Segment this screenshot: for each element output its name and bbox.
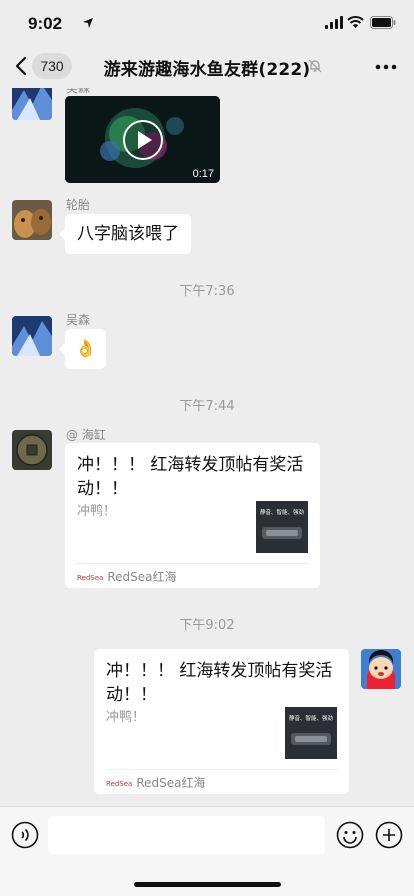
avatar[interactable] (12, 88, 52, 120)
redsea-logo: RedSea (106, 779, 133, 788)
message-bubble[interactable]: 八字脑该喂了 (59, 214, 191, 254)
timestamp: 下午9:02 (179, 618, 235, 633)
sender-name: 轮胎 (66, 198, 91, 212)
card-source-name: RedSea红海 (107, 570, 177, 584)
video-message[interactable]: 0:17 (65, 96, 220, 183)
timestamp: 下午7:44 (179, 399, 235, 414)
card-divider (106, 769, 337, 770)
battery-icon (370, 16, 396, 29)
card-title: 冲！！！ 红海转发顶帖有奖活动！！ (77, 455, 304, 499)
card-title: 冲！！！ 红海转发顶帖有奖活动！！ (106, 661, 333, 705)
link-card[interactable]: 冲！！！ 红海转发顶帖有奖活动！！ 冲鸭！ 静音、智能、强劲 RedSea Red… (94, 649, 349, 794)
avatar[interactable] (12, 200, 52, 240)
sender-name: 吴森 (66, 88, 91, 95)
emoji-icon[interactable] (336, 821, 364, 849)
plus-icon[interactable] (375, 821, 403, 849)
card-thumbnail: 静音、智能、强劲 (256, 501, 308, 553)
card-thumbnail: 静音、智能、强劲 (285, 707, 337, 759)
thumbnail-caption: 静音、智能、强劲 (260, 508, 305, 516)
input-bar (0, 806, 414, 896)
location-arrow-icon (83, 18, 93, 28)
wifi-icon (347, 16, 364, 28)
chat-title: 游来游趣海水鱼友群(222) (103, 60, 311, 80)
card-description: 冲鸭！ (77, 504, 117, 519)
status-bar: 9:02 (0, 0, 414, 46)
muted-bell-icon (308, 59, 322, 73)
message-text: 八字脑该喂了 (77, 224, 179, 244)
ok-hand-emoji: 👌 (75, 339, 97, 359)
chat-header: 730 游来游趣海水鱼友群(222) (0, 46, 414, 88)
card-source-name: RedSea红海 (136, 776, 206, 790)
home-indicator (134, 882, 281, 887)
redsea-logo: RedSea (77, 573, 104, 582)
my-avatar[interactable] (361, 649, 401, 689)
cellular-signal-icon (325, 16, 343, 29)
card-divider (77, 563, 308, 564)
message-bubble[interactable]: 👌 (58, 329, 107, 369)
card-description: 冲鸭！ (106, 710, 146, 725)
more-options-icon[interactable] (375, 64, 397, 70)
avatar[interactable] (12, 316, 52, 356)
avatar[interactable] (12, 430, 52, 470)
sender-name: @ 海缸 (66, 428, 106, 442)
link-card[interactable]: 冲！！！ 红海转发顶帖有奖活动！！ 冲鸭！ 静音、智能、强劲 RedSea Red… (65, 443, 320, 588)
chat-message-list[interactable]: 吴森 0:17 轮胎 八字脑该喂了 下午7:36 吴森 👌 下午7:44 @ 海… (0, 88, 414, 806)
message-input[interactable] (48, 816, 325, 854)
timestamp: 下午7:36 (179, 284, 235, 299)
sender-name: 吴森 (66, 313, 91, 327)
video-duration: 0:17 (192, 168, 214, 180)
card-source: RedSea RedSea红海 (106, 774, 206, 791)
status-time: 9:02 (28, 14, 63, 33)
voice-input-icon[interactable] (11, 821, 39, 849)
play-icon[interactable] (122, 119, 164, 161)
thumbnail-caption: 静音、智能、强劲 (289, 714, 334, 722)
card-source: RedSea RedSea红海 (77, 568, 177, 585)
